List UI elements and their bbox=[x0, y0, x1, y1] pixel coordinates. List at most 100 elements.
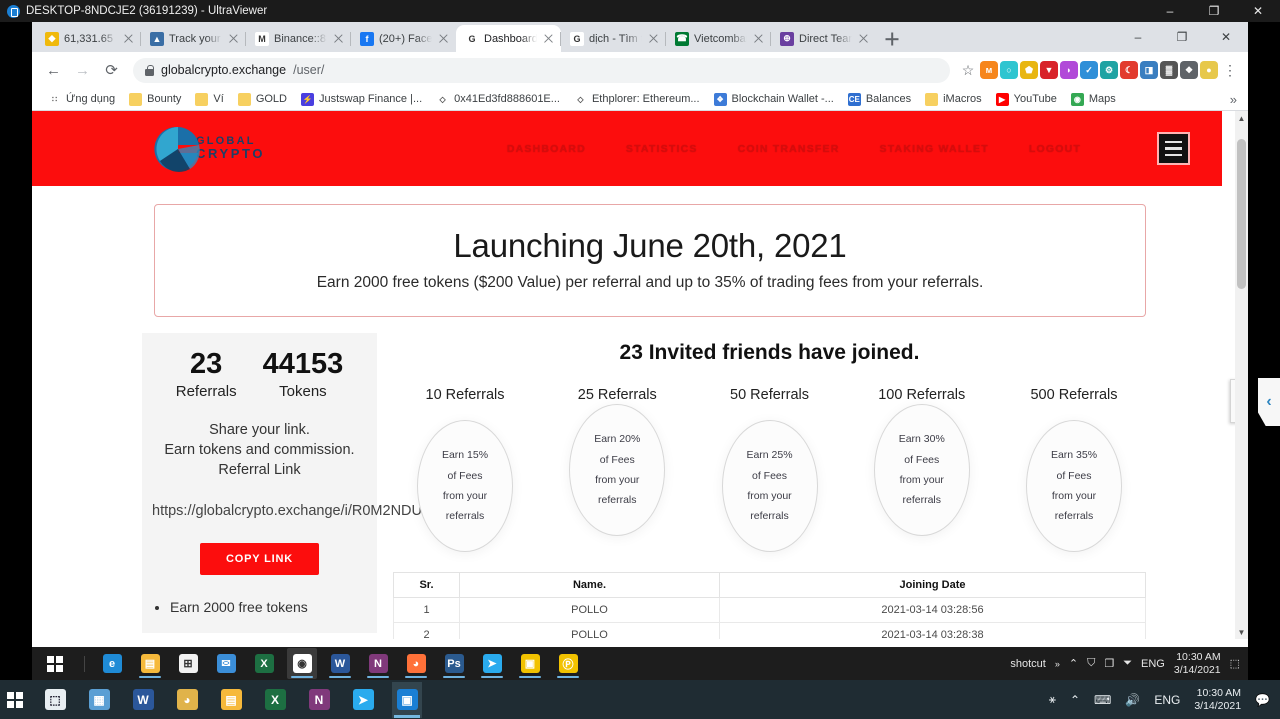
remote-edge-flyout-icon[interactable]: ‹ bbox=[1258, 378, 1280, 426]
paint-icon[interactable]: ◕ bbox=[172, 682, 202, 718]
tray-shotcut-label[interactable]: shotcut bbox=[1010, 658, 1045, 670]
app-yellow-1-icon[interactable]: ▣ bbox=[515, 648, 545, 679]
browser-tab[interactable]: ☎ Vietcombank bbox=[665, 25, 771, 52]
reload-button[interactable]: ⟳ bbox=[98, 57, 125, 84]
tab-close-icon[interactable] bbox=[752, 32, 765, 45]
bookmark-item[interactable]: ❖ Blockchain Wallet -... bbox=[707, 92, 841, 106]
new-tab-button[interactable] bbox=[879, 26, 905, 52]
excel-icon[interactable]: X bbox=[249, 648, 279, 679]
nav-link-statistics[interactable]: STATISTICS bbox=[626, 143, 698, 155]
tab-close-icon[interactable] bbox=[227, 32, 240, 45]
onenote-icon[interactable]: N bbox=[304, 682, 334, 718]
scroll-thumb[interactable] bbox=[1237, 139, 1246, 289]
edge-icon[interactable]: e bbox=[97, 648, 127, 679]
copy-link-button[interactable]: COPY LINK bbox=[200, 543, 319, 576]
chrome-menu-icon[interactable]: ⋮ bbox=[1220, 63, 1240, 77]
task-view-icon[interactable]: ⬚ bbox=[40, 682, 70, 718]
qr-extension[interactable]: ▓ bbox=[1160, 61, 1178, 79]
tray-language-indicator[interactable]: ENG bbox=[1154, 693, 1180, 707]
bookmark-item[interactable]: iMacros bbox=[918, 92, 989, 106]
microsoft-store-icon[interactable]: ⊞ bbox=[173, 648, 203, 679]
firefox-icon[interactable]: ◕ bbox=[401, 648, 431, 679]
chrome-icon[interactable]: ◉ bbox=[287, 648, 317, 679]
puzzle-extension[interactable]: ❖ bbox=[1180, 61, 1198, 79]
file-explorer-icon[interactable]: ▤ bbox=[216, 682, 246, 718]
telegram-icon[interactable]: ➤ bbox=[477, 648, 507, 679]
tray-volume-icon[interactable]: 🔊 bbox=[1125, 693, 1140, 707]
ultraviewer-icon[interactable]: ▣ bbox=[392, 681, 422, 718]
tronlink-extension[interactable]: ⚙ bbox=[1100, 61, 1118, 79]
uv-close-button[interactable]: ✕ bbox=[1236, 0, 1280, 22]
word-icon[interactable]: W bbox=[128, 682, 158, 718]
trust-wallet-extension[interactable]: ▼ bbox=[1040, 61, 1058, 79]
tab-close-icon[interactable] bbox=[437, 32, 450, 45]
photoshop-icon[interactable]: Ps bbox=[439, 648, 469, 679]
address-bar[interactable]: globalcrypto.exchange/user/ bbox=[133, 57, 950, 83]
word-icon[interactable]: W bbox=[325, 648, 355, 679]
tab-close-icon[interactable] bbox=[332, 32, 345, 45]
bookmark-item[interactable]: ◇ Ethplorer: Ethereum... bbox=[567, 92, 707, 106]
referral-link-text[interactable]: https://globalcrypto.exchange/i/R0M2NDUw… bbox=[152, 502, 470, 522]
browser-close-button[interactable]: ✕ bbox=[1204, 22, 1248, 51]
tray-keyboard-icon[interactable]: ⌨ bbox=[1094, 693, 1111, 707]
metamask-extension[interactable]: ᴍ bbox=[980, 61, 998, 79]
crescent-extension[interactable]: ☾ bbox=[1120, 61, 1138, 79]
tray-language-indicator[interactable]: ENG bbox=[1141, 658, 1165, 670]
nav-link-dashboard[interactable]: DASHBOARD bbox=[507, 143, 586, 155]
nav-link-coin-transfer[interactable]: COIN TRANSFER bbox=[738, 143, 840, 155]
uv-maximize-button[interactable]: ❐ bbox=[1192, 0, 1236, 22]
remote-start-button[interactable] bbox=[32, 647, 78, 680]
bookmark-item[interactable]: GOLD bbox=[231, 92, 294, 106]
calculator-icon[interactable]: ▦ bbox=[84, 682, 114, 718]
tray-chevron-up-icon[interactable]: ⌃ bbox=[1070, 693, 1080, 707]
browser-tab[interactable]: G Dashboard - G bbox=[456, 25, 561, 52]
tab-close-icon[interactable] bbox=[122, 32, 135, 45]
nav-link-logout[interactable]: LOGOUT bbox=[1029, 143, 1081, 155]
browser-tab[interactable]: ⊕ Direct Team | D bbox=[770, 25, 876, 52]
binance-wallet-extension[interactable]: ⬟ bbox=[1020, 61, 1038, 79]
app-yellow-2-icon[interactable]: Ⓟ bbox=[553, 648, 583, 679]
uv-minimize-button[interactable]: – bbox=[1148, 0, 1192, 22]
bookmark-item[interactable]: Ví bbox=[188, 92, 230, 106]
file-explorer-icon[interactable]: ▤ bbox=[135, 648, 165, 679]
coin98-extension[interactable]: ◗ bbox=[1060, 61, 1078, 79]
tray-people-icon[interactable]: ⚹ bbox=[1049, 692, 1056, 707]
bookmark-item[interactable]: Bounty bbox=[122, 92, 188, 106]
page-scrollbar[interactable]: ▲ ▼ bbox=[1235, 111, 1248, 639]
onenote-icon[interactable]: N bbox=[363, 648, 393, 679]
tray-notifications-icon[interactable]: 💬 bbox=[1255, 693, 1270, 707]
tray-volume-icon[interactable]: ⏷ bbox=[1123, 657, 1132, 670]
tray-clock[interactable]: 10:30 AM 3/14/2021 bbox=[1174, 651, 1221, 675]
browser-tab[interactable]: M Binance::8839 bbox=[245, 25, 351, 52]
tab-close-icon[interactable] bbox=[542, 32, 555, 45]
tray-notifications-icon[interactable]: ⬚ bbox=[1230, 657, 1240, 670]
host-start-button[interactable] bbox=[0, 682, 30, 718]
bookmark-item[interactable]: ⚡ Justswap Finance |... bbox=[294, 92, 429, 106]
browser-maximize-button[interactable]: ❐ bbox=[1160, 22, 1204, 51]
safepal-extension[interactable]: ○ bbox=[1000, 61, 1018, 79]
ronin-extension[interactable]: ◨ bbox=[1140, 61, 1158, 79]
browser-minimize-button[interactable]: – bbox=[1116, 22, 1160, 51]
scroll-up-arrow[interactable]: ▲ bbox=[1235, 111, 1248, 125]
bookmark-star-icon[interactable]: ☆ bbox=[958, 62, 978, 79]
bookmarks-overflow-icon[interactable]: » bbox=[1230, 92, 1239, 107]
bookmark-item[interactable]: ◉ Maps bbox=[1064, 92, 1123, 106]
tray-network-icon[interactable]: ❐ bbox=[1104, 657, 1114, 670]
bookmark-item[interactable]: ◇ 0x41Ed3fd888601E... bbox=[429, 92, 567, 106]
tray-security-icon[interactable]: ⛉ bbox=[1087, 657, 1095, 670]
browser-tab[interactable]: ◆ 61,331.65 | BTC bbox=[36, 25, 141, 52]
profile-avatar[interactable]: ● bbox=[1200, 61, 1218, 79]
tab-close-icon[interactable] bbox=[857, 32, 870, 45]
tab-close-icon[interactable] bbox=[647, 32, 660, 45]
excel-icon[interactable]: X bbox=[260, 682, 290, 718]
browser-tab[interactable]: Gdịch - Tìm trê bbox=[560, 25, 666, 52]
tray-overflow-icon[interactable]: » bbox=[1055, 659, 1060, 669]
scroll-down-arrow[interactable]: ▼ bbox=[1235, 625, 1248, 639]
site-logo[interactable]: GLOBAL CRYPTO bbox=[152, 123, 265, 175]
forward-button[interactable]: → bbox=[69, 57, 96, 84]
bookmark-item[interactable]: ∷ Ứng dụng bbox=[41, 92, 122, 106]
back-button[interactable]: ← bbox=[40, 57, 67, 84]
mail-icon[interactable]: ✉ bbox=[211, 648, 241, 679]
browser-tab[interactable]: ▲ Track your fun bbox=[140, 25, 246, 52]
browser-tab[interactable]: f (20+) Faceboo bbox=[350, 25, 456, 52]
